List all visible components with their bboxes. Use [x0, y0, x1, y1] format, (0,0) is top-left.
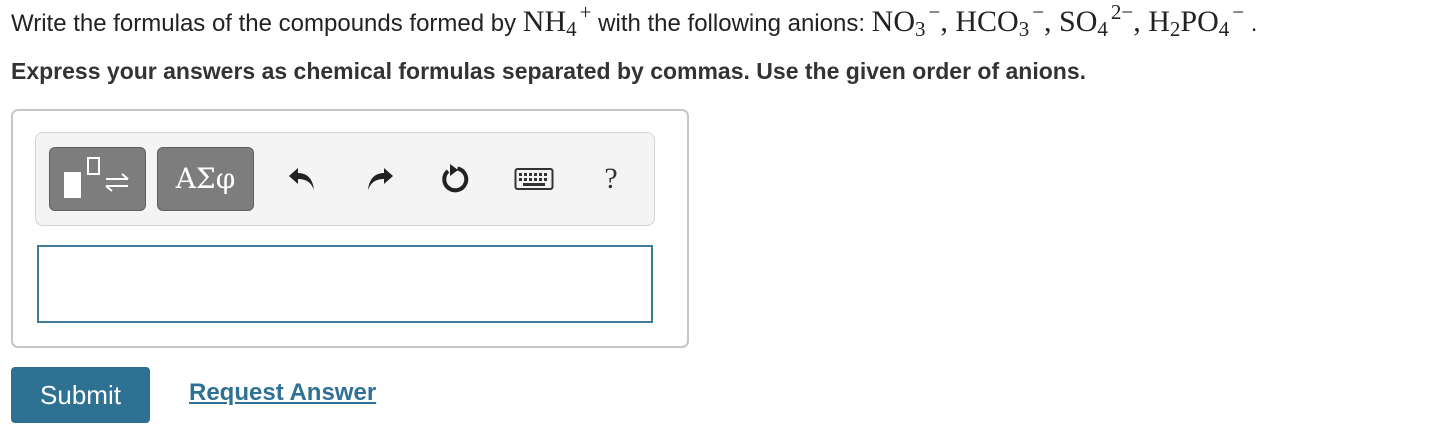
template-button[interactable]	[49, 147, 146, 211]
submit-button[interactable]: Submit	[11, 367, 150, 423]
undo-button[interactable]	[284, 160, 322, 198]
greek-symbols-button[interactable]: ΑΣφ	[157, 147, 254, 211]
anion-dihydrogen-phosphate: H2PO4−	[1148, 0, 1245, 41]
answer-input[interactable]	[37, 245, 653, 323]
answer-panel: ΑΣφ ?	[11, 109, 689, 348]
reset-button[interactable]	[436, 160, 474, 198]
question-intro: Write the formulas of the compounds form…	[11, 10, 523, 37]
anion-sulfate: SO42−	[1059, 0, 1134, 41]
answer-instruction: Express your answers as chemical formula…	[11, 58, 1087, 84]
undo-icon	[289, 168, 314, 190]
question-end: .	[1250, 10, 1258, 37]
math-toolbar: ΑΣφ ?	[35, 132, 655, 226]
help-button[interactable]: ?	[596, 160, 626, 198]
question-text: Write the formulas of the compounds form…	[11, 0, 1258, 41]
redo-button[interactable]	[360, 160, 398, 198]
anion-bicarbonate: HCO3−	[955, 0, 1045, 41]
redo-icon	[368, 168, 393, 190]
keyboard-icon	[514, 168, 554, 190]
reset-icon	[442, 164, 469, 193]
request-answer-link[interactable]: Request Answer	[189, 376, 376, 410]
template-fraction-icon	[64, 157, 129, 198]
anion-nitrate: NO3−	[871, 0, 941, 41]
keyboard-button[interactable]	[512, 160, 556, 198]
cation-formula: NH4+	[522, 0, 592, 41]
question-middle: with the following anions:	[598, 10, 872, 37]
